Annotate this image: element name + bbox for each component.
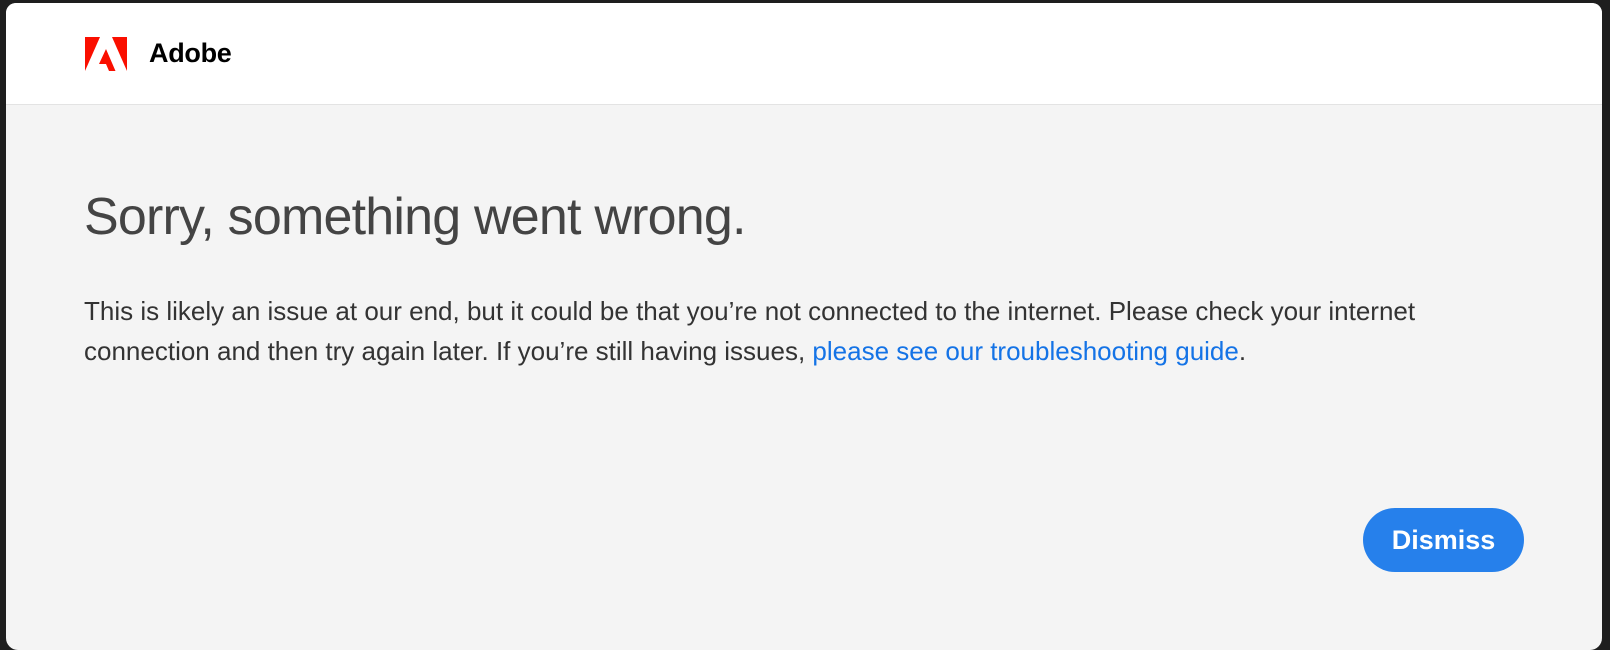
adobe-logo-icon — [85, 36, 127, 71]
brand-name: Adobe — [149, 38, 232, 68]
troubleshooting-guide-link[interactable]: please see our troubleshooting guide — [812, 336, 1238, 366]
app-header: Adobe — [6, 3, 1602, 105]
error-content: Sorry, something went wrong. This is lik… — [6, 185, 1602, 371]
error-title: Sorry, something went wrong. — [84, 188, 746, 246]
error-message: This is likely an issue at our end, but … — [84, 291, 1482, 371]
error-dialog-window: Adobe Sorry, something went wrong. This … — [6, 3, 1602, 650]
dismiss-button[interactable]: Dismiss — [1363, 508, 1524, 572]
error-message-end: . — [1238, 336, 1247, 366]
